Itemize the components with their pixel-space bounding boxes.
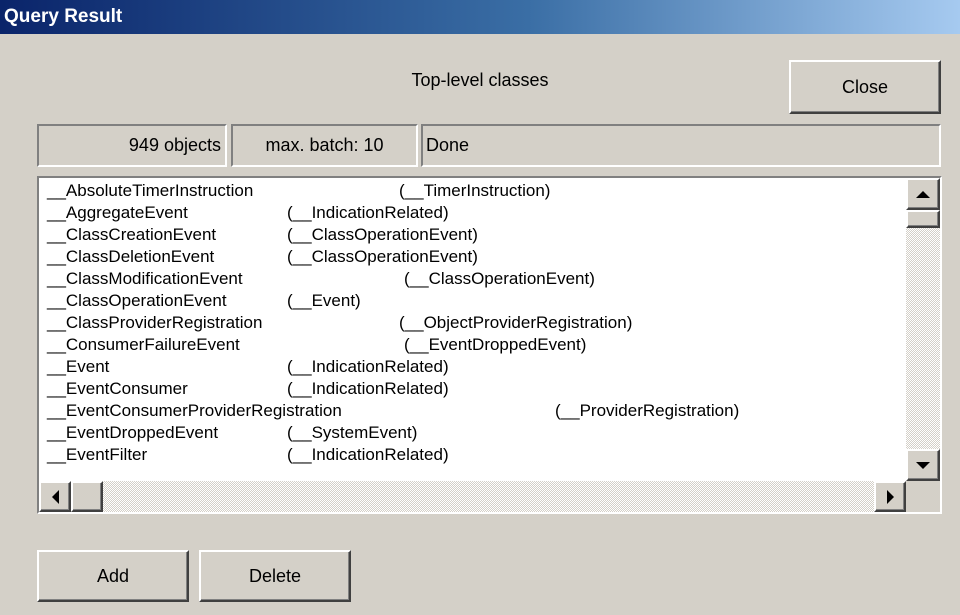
superclass-name: (__Event) [287, 291, 361, 310]
add-button[interactable]: Add [37, 550, 189, 602]
arrow-down-icon [916, 461, 930, 469]
arrow-left-icon [51, 489, 59, 504]
list-item[interactable]: __ClassOperationEvent (__Event) [47, 290, 906, 312]
class-name: __Event [47, 357, 110, 376]
close-button[interactable]: Close [789, 60, 941, 114]
superclass-name: (__IndicationRelated) [287, 379, 449, 398]
window-title-bar[interactable]: Query Result [0, 0, 960, 34]
batch-size-pane: max. batch: 10 [231, 124, 418, 167]
class-name: __EventConsumer [47, 379, 188, 398]
list-item[interactable]: __EventConsumer (__IndicationRelated) [47, 378, 906, 400]
superclass-name: (__ClassOperationEvent) [287, 247, 478, 266]
list-item[interactable]: __ClassModificationEvent (__ClassOperatio… [47, 268, 906, 290]
class-name: __AggregateEvent [47, 203, 188, 222]
list-item[interactable]: __EventDroppedEvent (__SystemEvent) [47, 422, 906, 444]
class-name: __EventDroppedEvent [47, 423, 219, 442]
list-item[interactable]: __EventFilter (__IndicationRelated) [47, 444, 906, 466]
window-title: Query Result [4, 6, 123, 27]
superclass-name: (__IndicationRelated) [287, 357, 449, 376]
class-name: __AbsoluteTimerInstruction [47, 181, 254, 200]
arrow-right-icon [886, 489, 894, 504]
class-name: __ClassProviderRegistration [47, 313, 263, 332]
class-list-box[interactable]: __AbsoluteTimerInstruction (__TimerInstru… [37, 176, 942, 514]
superclass-name: (__ClassOperationEvent) [287, 225, 478, 244]
superclass-name: (__IndicationRelated) [287, 445, 449, 464]
vertical-scroll-thumb[interactable] [906, 210, 940, 228]
scroll-down-button[interactable] [906, 449, 940, 481]
scroll-up-button[interactable] [906, 178, 940, 210]
object-count-pane: 949 objects [37, 124, 227, 167]
list-item[interactable]: __AggregateEvent (__IndicationRelated) [47, 202, 906, 224]
list-item[interactable]: __Event (__IndicationRelated) [47, 356, 906, 378]
scroll-right-button[interactable] [874, 481, 906, 512]
horizontal-scroll-thumb[interactable] [71, 481, 103, 512]
query-status-pane: Done [421, 124, 941, 167]
superclass-name: (__IndicationRelated) [287, 203, 449, 222]
superclass-name: (__TimerInstruction) [399, 181, 551, 200]
scrollbar-corner [906, 481, 940, 512]
class-name: __ConsumerFailureEvent [47, 335, 240, 354]
delete-button[interactable]: Delete [199, 550, 351, 602]
superclass-name: (__ObjectProviderRegistration) [399, 313, 633, 332]
list-item[interactable]: __ClassCreationEvent (__ClassOperationEve… [47, 224, 906, 246]
scroll-left-button[interactable] [39, 481, 71, 512]
list-item[interactable]: __AbsoluteTimerInstruction (__TimerInstru… [47, 180, 906, 202]
superclass-name: (__SystemEvent) [287, 423, 418, 442]
vertical-scrollbar[interactable] [906, 178, 940, 481]
list-item[interactable]: __ClassDeletionEvent (__ClassOperationEve… [47, 246, 906, 268]
class-name: __ClassOperationEvent [47, 291, 227, 310]
class-name: __EventFilter [47, 445, 148, 464]
horizontal-scrollbar[interactable] [39, 481, 906, 512]
class-name: __ClassCreationEvent [47, 225, 217, 244]
list-item[interactable]: __ConsumerFailureEvent (__EventDroppedEve… [47, 334, 906, 356]
class-name: __EventConsumerProviderRegistration [47, 401, 342, 420]
class-list: __AbsoluteTimerInstruction (__TimerInstru… [39, 178, 906, 481]
superclass-name: (__EventDroppedEvent) [404, 335, 587, 354]
arrow-up-icon [916, 190, 930, 198]
superclass-name: (__ClassOperationEvent) [404, 269, 595, 288]
class-name: __ClassDeletionEvent [47, 247, 215, 266]
list-item[interactable]: __ClassProviderRegistration (__ObjectProv… [47, 312, 906, 334]
superclass-name: (__ProviderRegistration) [555, 401, 740, 420]
class-name: __ClassModificationEvent [47, 269, 243, 288]
list-item[interactable]: __EventConsumerProviderRegistration (__Pr… [47, 400, 906, 422]
